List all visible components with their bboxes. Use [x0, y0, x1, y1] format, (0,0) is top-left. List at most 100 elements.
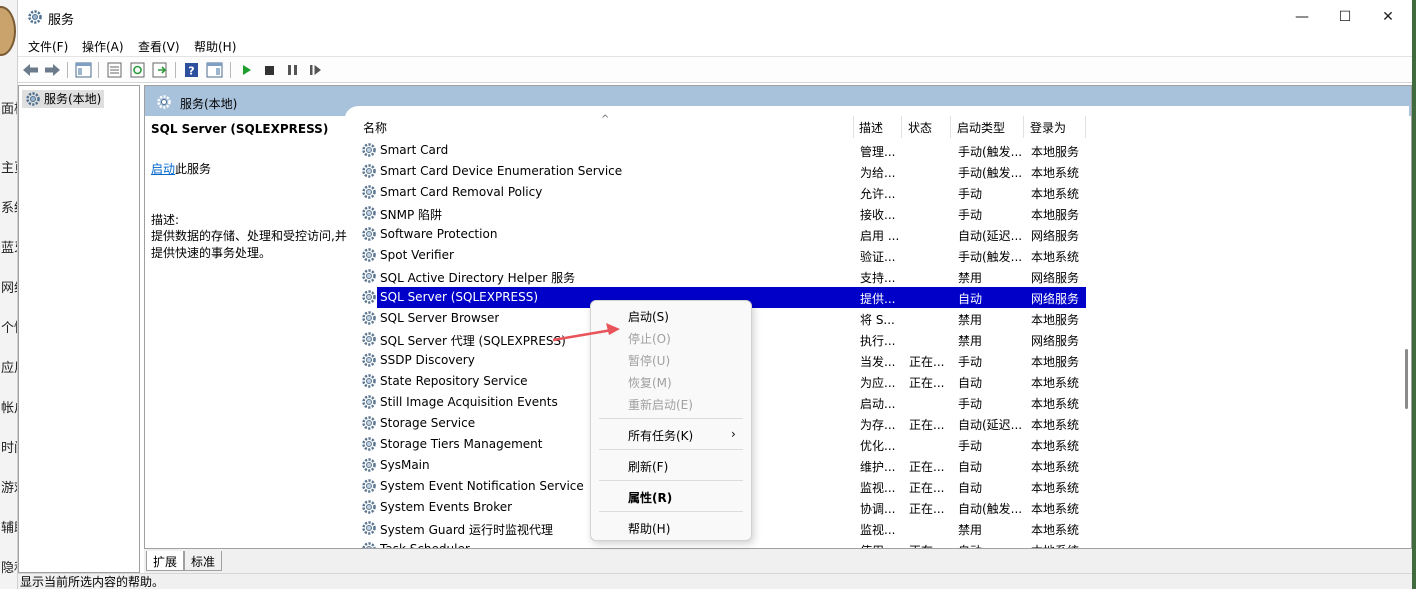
menu-item-help[interactable]: 帮助(H): [628, 520, 670, 537]
service-row[interactable]: System Event Notification Service 监视... 正在…: [357, 476, 1403, 497]
column-header-name[interactable]: 名称: [363, 119, 387, 136]
title-bar[interactable]: 服务 — ☐ ✕: [18, 0, 1412, 34]
service-name: Still Image Acquisition Events: [380, 395, 558, 409]
service-startup-type: 禁用: [958, 313, 983, 327]
help-icon[interactable]: ?: [182, 61, 201, 79]
service-description: 验证...: [860, 250, 896, 264]
refresh-icon[interactable]: [128, 61, 147, 79]
service-row[interactable]: Task Scheduler 使用... 正在... 自动 本地系统: [357, 539, 1403, 549]
tab-standard[interactable]: 标准: [184, 551, 223, 571]
vertical-scrollbar[interactable]: [1402, 116, 1411, 548]
service-row[interactable]: Smart Card Device Enumeration Service 为给.…: [357, 161, 1403, 182]
maximize-button[interactable]: ☐: [1323, 4, 1367, 30]
service-startup-type: 自动(触发...: [958, 502, 1022, 516]
service-gear-icon: [362, 227, 376, 241]
bg-sidebar-text: 系统: [1, 201, 17, 216]
menu-item-refresh[interactable]: 刷新(F): [628, 458, 668, 475]
service-status: 正在...: [909, 481, 945, 495]
scrollbar-thumb[interactable]: [1405, 349, 1408, 409]
context-menu: 启动(S) 停止(O) 暂停(U) 恢复(M) 重新启动(E) 所有任务(K) …: [590, 300, 752, 541]
resume-icon[interactable]: [306, 61, 325, 79]
menu-item-properties[interactable]: 属性(R): [628, 489, 672, 506]
service-row[interactable]: Smart Card 管理... 手动(触发... 本地服务: [357, 140, 1403, 161]
bg-sidebar-text: 主页: [1, 161, 17, 176]
service-description: 为存...: [860, 418, 896, 432]
play-icon[interactable]: [237, 61, 256, 79]
service-row[interactable]: SysMain 维护... 正在... 自动 本地系统: [357, 455, 1403, 476]
service-description: 监视...: [860, 523, 896, 537]
service-status: 正在...: [909, 502, 945, 516]
menu-help[interactable]: 帮助(H): [194, 38, 236, 55]
service-row[interactable]: SQL Server 代理 (SQLEXPRESS) 执行... 禁用 网络服务: [357, 329, 1403, 350]
column-header-status[interactable]: 状态: [908, 119, 932, 136]
service-gear-icon: [362, 458, 376, 472]
bg-sidebar-text: 面板: [1, 102, 17, 117]
service-description: 为应...: [860, 376, 896, 390]
service-row[interactable]: SQL Active Directory Helper 服务 支持... 禁用 网络服…: [357, 266, 1403, 287]
service-row[interactable]: Storage Service 为存... 正在... 自动(延迟... 本地系统: [357, 413, 1403, 434]
description-label: 描述:: [151, 213, 180, 227]
pause-icon[interactable]: [283, 61, 302, 79]
close-button[interactable]: ✕: [1366, 4, 1410, 30]
service-name: SQL Active Directory Helper 服务: [380, 271, 576, 285]
service-gear-icon: [362, 290, 376, 304]
service-startup-type: 手动: [958, 208, 983, 222]
service-row[interactable]: SNMP 陷阱 接收... 手动 本地服务: [357, 203, 1403, 224]
column-header-description[interactable]: 描述: [859, 119, 883, 136]
back-icon[interactable]: [21, 61, 40, 79]
tab-extended[interactable]: 扩展: [146, 551, 185, 571]
properties-icon[interactable]: [105, 61, 124, 79]
service-row[interactable]: Still Image Acquisition Events 启动... 手动 本地系…: [357, 392, 1403, 413]
service-startup-type: 手动: [958, 187, 983, 201]
service-status: 正在...: [909, 542, 944, 548]
service-row[interactable]: Software Protection 启用 ... 自动(延迟... 网络服务: [357, 224, 1403, 245]
menu-item-start[interactable]: 启动(S): [628, 308, 669, 325]
service-row[interactable]: SSDP Discovery 当发... 正在... 手动 本地服务: [357, 350, 1403, 371]
service-name: SysMain: [380, 458, 430, 472]
service-startup-type: 自动: [958, 481, 983, 495]
menu-item-all-tasks[interactable]: 所有任务(K): [628, 427, 693, 444]
service-logon-as: 本地系统: [1031, 502, 1080, 516]
menu-view[interactable]: 查看(V): [138, 38, 180, 55]
selected-service-name: SQL Server (SQLEXPRESS): [151, 122, 329, 136]
service-logon-as: 本地系统: [1031, 166, 1080, 180]
service-startup-type: 手动: [958, 439, 983, 453]
service-row[interactable]: System Events Broker 协调... 正在... 自动(触发... 本地…: [357, 497, 1403, 518]
description-text: 提供数据的存储、处理和受控访问,并提供快速的事务处理。: [151, 229, 347, 260]
service-gear-icon: [362, 311, 376, 325]
service-logon-as: 本地系统: [1031, 397, 1080, 411]
service-logon-as: 网络服务: [1031, 229, 1080, 243]
service-name: Task Scheduler: [380, 542, 470, 549]
forward-icon[interactable]: [43, 61, 62, 79]
show-hide-tree-icon[interactable]: [74, 61, 93, 79]
service-description: 优化...: [860, 439, 896, 453]
service-startup-type: 自动: [958, 292, 983, 306]
service-row[interactable]: SQL Server (SQLEXPRESS) 提供... 自动 网络服务: [357, 287, 1403, 308]
service-row[interactable]: Storage Tiers Management 优化... 手动 本地系统: [357, 434, 1403, 455]
start-service-link[interactable]: 启动: [151, 162, 175, 176]
column-header-logon-as[interactable]: 登录为: [1030, 119, 1066, 136]
bg-sidebar-text: 蓝牙: [1, 241, 17, 256]
show-action-pane-icon[interactable]: [205, 61, 224, 79]
menu-file[interactable]: 文件(F): [28, 38, 68, 55]
service-row[interactable]: SQL Server Browser 将 S... 禁用 本地服务: [357, 308, 1403, 329]
service-startup-type: 禁用: [958, 523, 983, 537]
service-row[interactable]: Spot Verifier 验证... 手动(触发... 本地系统: [357, 245, 1403, 266]
service-logon-as: 本地系统: [1031, 523, 1080, 537]
service-name: Smart Card: [380, 143, 449, 157]
menu-bar: 文件(F) 操作(A) 查看(V) 帮助(H): [18, 34, 1412, 56]
service-row[interactable]: Smart Card Removal Policy 允许... 手动 本地系统: [357, 182, 1403, 203]
export-list-icon[interactable]: [150, 61, 169, 79]
service-startup-type: 禁用: [958, 271, 983, 285]
description-panel: SQL Server (SQLEXPRESS) 启动此服务 描述: 提供数据的存…: [151, 122, 351, 260]
menu-action[interactable]: 操作(A): [82, 38, 124, 55]
minimize-button[interactable]: —: [1280, 4, 1324, 30]
service-logon-as: 本地系统: [1031, 542, 1079, 548]
column-header-startup-type[interactable]: 启动类型: [957, 119, 1005, 136]
service-row[interactable]: State Repository Service 为应... 正在... 自动 本地系统: [357, 371, 1403, 392]
tree-item-services-local[interactable]: 服务(本地): [22, 90, 104, 108]
service-row[interactable]: System Guard 运行时监视代理 监视... 禁用 本地系统: [357, 518, 1403, 539]
service-description: 启用 ...: [860, 229, 900, 243]
service-name: State Repository Service: [380, 374, 528, 388]
stop-icon[interactable]: [260, 61, 279, 79]
